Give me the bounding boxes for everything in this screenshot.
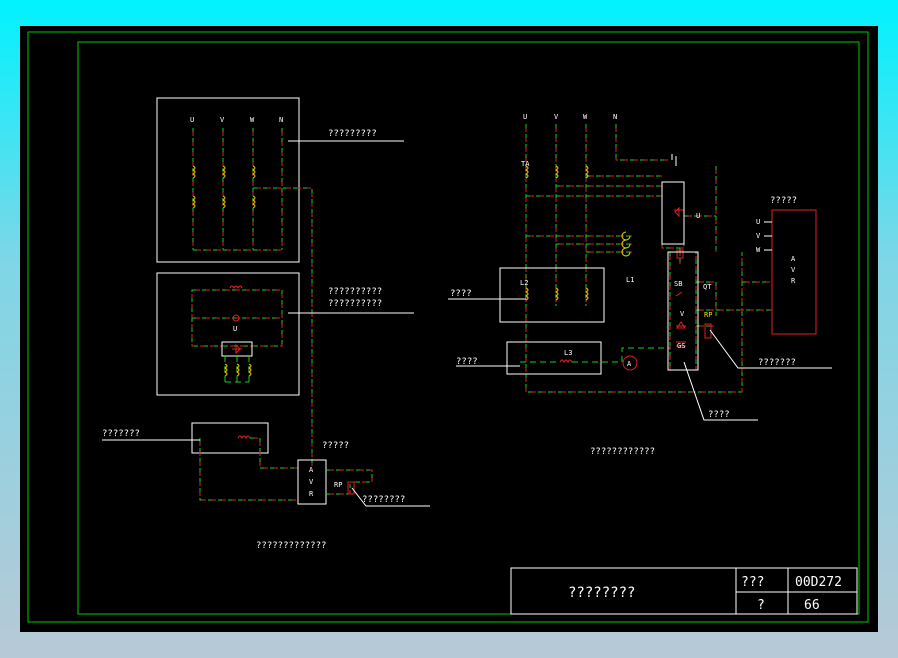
title-block-value-2: 66 (804, 598, 820, 613)
exciter-box (156, 272, 300, 396)
title-block-label-1: ??? (741, 575, 764, 590)
left-phase-n: N (279, 116, 283, 124)
left-callout-mid-2: ?????????? (328, 299, 382, 309)
left-callout-avr: ????? (322, 441, 349, 451)
title-block-title: ???????? (568, 585, 635, 601)
left-callout-top: ????????? (328, 129, 377, 139)
left-u-label: U (233, 325, 237, 333)
right-avr-r: R (791, 277, 796, 285)
right-phase-w: W (583, 113, 588, 121)
left-avr-r: R (309, 490, 314, 498)
left-phase-w: W (250, 116, 255, 124)
left-callout-left: ??????? (102, 429, 140, 439)
left-phase-v: V (220, 116, 225, 124)
right-callout-avr-top: ????? (770, 196, 797, 206)
left-phase-u: U (190, 116, 194, 124)
title-block: ???????? ??? 00D272 ? 66 (510, 567, 858, 615)
rectifier-box (661, 181, 685, 245)
right-l2-label: L2 (520, 279, 528, 287)
right-callout-l2: ???? (450, 289, 472, 299)
right-avr-in-v: V (756, 232, 761, 240)
circuit-drawing: U V W N ????????? U ?????????? ?????????… (27, 31, 869, 623)
left-callout-rp: ???????? (362, 495, 405, 505)
generator-box (156, 97, 300, 263)
right-sb-label: SB (674, 280, 682, 288)
left-avr-v: V (309, 478, 314, 486)
right-l3-label: L3 (564, 349, 572, 357)
right-rp-label: RP (704, 311, 712, 319)
right-callout-l3: ???? (456, 357, 478, 367)
right-qt-label: QT (703, 283, 712, 291)
right-callout-rp: ??????? (758, 358, 796, 368)
left-caption: ????????????? (256, 541, 326, 551)
l3-box (506, 341, 602, 375)
right-u-label: U (696, 212, 700, 220)
right-avr-a: A (791, 255, 796, 263)
left-avr-a: A (309, 466, 314, 474)
left-callout-mid-1: ?????????? (328, 287, 382, 297)
left-diagram: U V W N ????????? U ?????????? ?????????… (102, 97, 430, 551)
right-phase-u: U (523, 113, 527, 121)
right-ta-label: TA (521, 160, 530, 168)
right-callout-bottom: ???? (708, 410, 730, 420)
right-avr-v: V (791, 266, 796, 274)
title-block-label-2: ? (757, 598, 765, 613)
right-ammeter-label: A (627, 360, 632, 368)
right-phase-n: N (613, 113, 617, 121)
outer-frame (27, 31, 869, 623)
right-caption: ???????????? (590, 447, 655, 457)
right-avr-in-u: U (756, 218, 760, 226)
title-block-value-1: 00D272 (795, 575, 842, 590)
right-l1-label: L1 (626, 276, 634, 284)
right-avr-in-w: W (756, 246, 761, 254)
right-gs-label: GS (677, 342, 685, 350)
right-v-label: V (680, 310, 685, 318)
right-phase-v: V (554, 113, 559, 121)
l2-box (499, 267, 605, 323)
drawing-sheet: U V W N ????????? U ?????????? ?????????… (20, 26, 878, 632)
left-rp-label: RP (334, 481, 342, 489)
right-diagram: U V W N TA U L1 L2 ???? L3 ???? A SB V G… (448, 113, 832, 457)
